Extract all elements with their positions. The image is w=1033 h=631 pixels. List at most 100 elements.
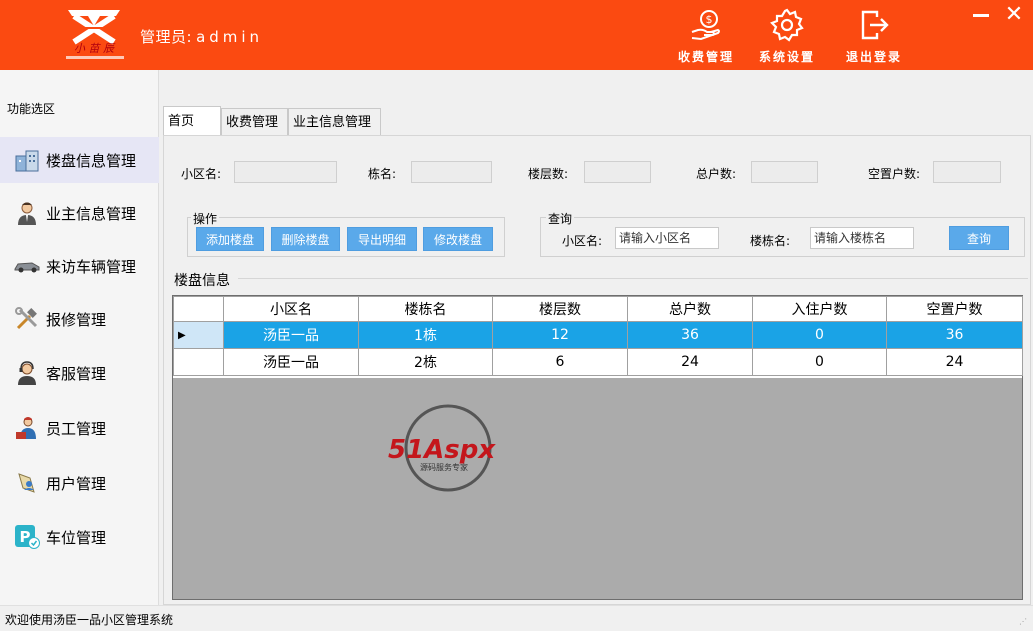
add-building-button[interactable]: 添加楼盘 bbox=[196, 227, 264, 251]
status-text: 欢迎使用汤臣一品小区管理系统 bbox=[5, 613, 174, 627]
tools-icon bbox=[14, 306, 40, 332]
watermark-logo: 51Aspx 源码服务专家 bbox=[388, 404, 496, 492]
operations-group-title: 操作 bbox=[191, 210, 220, 227]
row-header-corner bbox=[173, 296, 224, 322]
column-header[interactable]: 总户数 bbox=[627, 296, 753, 322]
column-header[interactable]: 楼层数 bbox=[492, 296, 628, 322]
system-settings-button[interactable]: 系统设置 bbox=[752, 8, 822, 66]
query-button[interactable]: 查询 bbox=[949, 226, 1009, 250]
sidebar-item-parking[interactable]: P 车位管理 bbox=[0, 514, 159, 560]
system-settings-label: 系统设置 bbox=[758, 50, 815, 64]
table-cell[interactable]: 1栋 bbox=[358, 321, 493, 349]
sidebar-item-label: 用户管理 bbox=[46, 474, 107, 493]
column-header[interactable]: 楼栋名 bbox=[358, 296, 493, 322]
building-info-section-title: 楼盘信息 bbox=[174, 273, 230, 289]
table-cell[interactable]: 0 bbox=[752, 348, 887, 376]
sidebar-item-label: 楼盘信息管理 bbox=[46, 151, 137, 170]
building-name-field[interactable] bbox=[411, 161, 492, 183]
logout-label: 退出登录 bbox=[845, 50, 902, 64]
watermark-tagline: 源码服务专家 bbox=[420, 462, 468, 472]
table-cell[interactable]: 6 bbox=[492, 348, 628, 376]
table-cell[interactable]: 24 bbox=[627, 348, 753, 376]
sidebar-item-label: 报修管理 bbox=[46, 310, 107, 329]
table-cell[interactable]: 36 bbox=[627, 321, 753, 349]
building-name-label: 栋名: bbox=[368, 167, 397, 181]
section-divider bbox=[238, 278, 1028, 279]
vacant-field[interactable] bbox=[933, 161, 1001, 183]
sidebar-title: 功能选区 bbox=[7, 102, 56, 116]
headset-icon bbox=[14, 360, 40, 386]
community-name-field[interactable] bbox=[234, 161, 337, 183]
sidebar-item-customer-service[interactable]: 客服管理 bbox=[0, 350, 159, 396]
table-row[interactable]: ▶ 汤臣一品 1栋 12 36 0 36 bbox=[173, 321, 1023, 349]
tab-label: 业主信息管理 bbox=[293, 115, 372, 130]
query-building-input[interactable]: 请输入楼栋名 bbox=[810, 227, 914, 249]
sidebar-item-building-info[interactable]: 楼盘信息管理 bbox=[0, 137, 159, 183]
query-community-label: 小区名: bbox=[562, 234, 603, 248]
column-header[interactable]: 入住户数 bbox=[752, 296, 887, 322]
households-label: 总户数: bbox=[696, 167, 737, 181]
car-icon bbox=[14, 253, 40, 279]
table-cell[interactable]: 0 bbox=[752, 321, 887, 349]
query-community-input[interactable]: 请输入小区名 bbox=[615, 227, 719, 249]
sidebar-item-users[interactable]: 用户管理 bbox=[0, 460, 159, 506]
sidebar-item-label: 业主信息管理 bbox=[46, 204, 137, 223]
sidebar-item-repair[interactable]: 报修管理 bbox=[0, 296, 159, 342]
logout-icon bbox=[861, 10, 889, 40]
status-bar: 欢迎使用汤臣一品小区管理系统 ⋰ bbox=[0, 605, 1033, 631]
table-row[interactable]: 汤臣一品 2栋 6 24 0 24 bbox=[173, 348, 1023, 376]
tab-label: 首页 bbox=[168, 114, 195, 129]
table-cell[interactable]: 24 bbox=[886, 348, 1023, 376]
column-header[interactable]: 小区名 bbox=[223, 296, 359, 322]
edit-building-button[interactable]: 修改楼盘 bbox=[423, 227, 493, 251]
charge-management-label: 收费管理 bbox=[677, 50, 734, 64]
tab-home[interactable]: 首页 bbox=[163, 106, 221, 136]
sidebar-item-staff[interactable]: 员工管理 bbox=[0, 405, 159, 451]
table-cell[interactable]: 2栋 bbox=[358, 348, 493, 376]
export-details-button[interactable]: 导出明细 bbox=[347, 227, 417, 251]
table-cell[interactable]: 汤臣一品 bbox=[223, 348, 359, 376]
query-group-title: 查询 bbox=[546, 210, 575, 227]
delete-building-button[interactable]: 删除楼盘 bbox=[271, 227, 340, 251]
svg-text:$: $ bbox=[706, 13, 713, 26]
column-header[interactable]: 空置户数 bbox=[886, 296, 1023, 322]
admin-name: admin bbox=[196, 28, 264, 46]
minimize-button[interactable] bbox=[973, 14, 989, 17]
table-cell[interactable]: 12 bbox=[492, 321, 628, 349]
logo: 小 苗 辰 bbox=[66, 10, 124, 59]
resize-grip[interactable]: ⋰ bbox=[1019, 617, 1029, 627]
worker-icon bbox=[14, 415, 40, 441]
row-indicator[interactable]: ▶ bbox=[173, 321, 224, 349]
table-cell[interactable]: 汤臣一品 bbox=[223, 321, 359, 349]
tab-owner-info[interactable]: 业主信息管理 bbox=[288, 108, 381, 136]
floors-label: 楼层数: bbox=[528, 167, 569, 181]
close-button[interactable]: ✕ bbox=[1003, 4, 1025, 26]
person-icon bbox=[14, 200, 40, 226]
sidebar-item-label: 员工管理 bbox=[46, 419, 107, 438]
sidebar-item-visitor-vehicle[interactable]: 来访车辆管理 bbox=[0, 243, 159, 289]
households-field[interactable] bbox=[751, 161, 818, 183]
gear-icon bbox=[770, 8, 804, 42]
user-icon bbox=[14, 470, 40, 496]
sidebar-item-owner-info[interactable]: 业主信息管理 bbox=[0, 190, 159, 236]
sidebar-item-label: 来访车辆管理 bbox=[46, 257, 137, 276]
admin-label: 管理员: admin bbox=[140, 26, 263, 47]
row-header[interactable] bbox=[173, 348, 224, 376]
buildings-icon bbox=[14, 147, 40, 173]
app-header: 小 苗 辰 管理员: admin $ 收费管理 系统设置 退出登录 ✕ bbox=[0, 0, 1033, 70]
admin-label-text: 管理员: bbox=[140, 28, 193, 46]
tab-charge-management[interactable]: 收费管理 bbox=[221, 108, 288, 136]
logout-button[interactable]: 退出登录 bbox=[839, 8, 909, 66]
parking-icon: P bbox=[14, 524, 40, 550]
building-table-grid: 小区名 楼栋名 楼层数 总户数 入住户数 空置户数 ▶ 汤臣一品 1栋 12 3… bbox=[173, 296, 1023, 376]
money-hand-icon: $ bbox=[691, 10, 720, 41]
table-cell[interactable]: 36 bbox=[886, 321, 1023, 349]
charge-management-button[interactable]: $ 收费管理 bbox=[671, 8, 741, 66]
community-name-label: 小区名: bbox=[181, 167, 222, 181]
building-table: 小区名 楼栋名 楼层数 总户数 入住户数 空置户数 ▶ 汤臣一品 1栋 12 3… bbox=[172, 295, 1023, 600]
sidebar-item-label: 客服管理 bbox=[46, 364, 107, 383]
table-header-row: 小区名 楼栋名 楼层数 总户数 入住户数 空置户数 bbox=[173, 296, 1023, 322]
floors-field[interactable] bbox=[584, 161, 651, 183]
svg-text:小 苗 辰: 小 苗 辰 bbox=[74, 42, 116, 55]
query-building-label: 楼栋名: bbox=[750, 234, 791, 248]
